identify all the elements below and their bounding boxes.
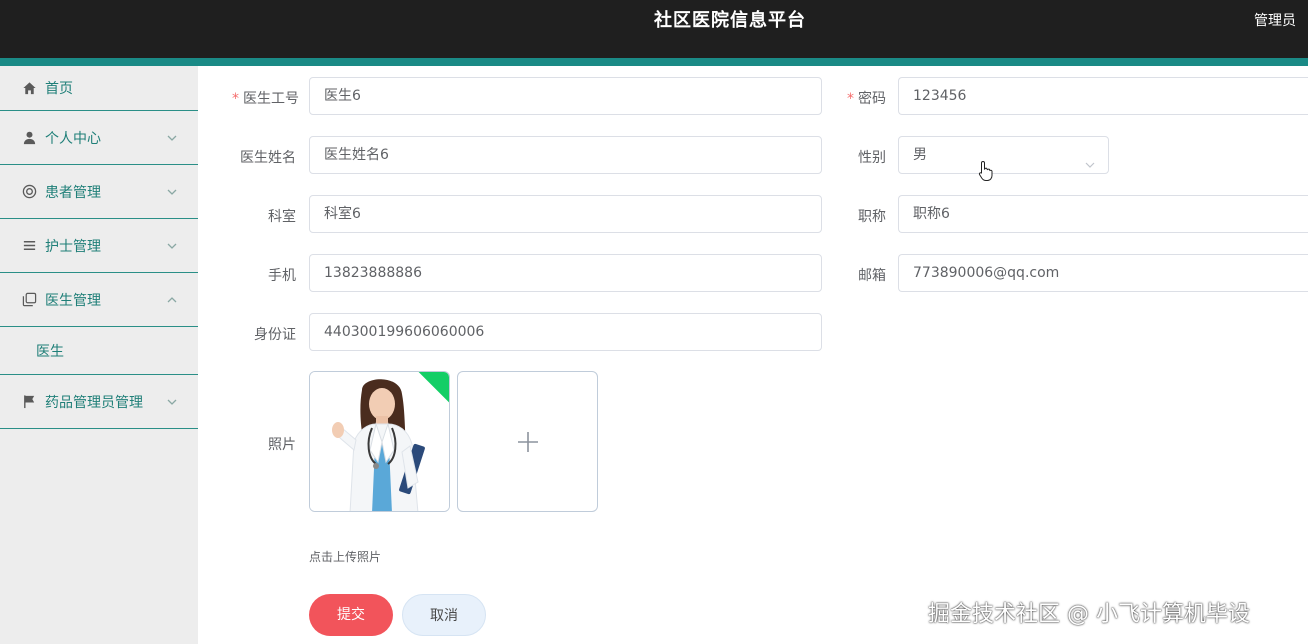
phone-input[interactable]: 13823888886 [309, 254, 822, 292]
password-label: * 密码 [847, 91, 886, 107]
doctor-name-label: 医生姓名 [240, 150, 296, 166]
email-label: 邮箱 [858, 268, 886, 284]
hand-cursor-icon [978, 160, 993, 181]
doctor-photo [310, 372, 449, 511]
upload-photo-button[interactable] [457, 371, 598, 512]
chevron-down-icon [166, 130, 178, 146]
app-title: 社区医院信息平台 [654, 10, 806, 31]
department-input[interactable]: 科室6 [309, 195, 822, 233]
sidebar-item-personal-center[interactable]: 个人中心 [0, 111, 198, 165]
header-accent-bar [0, 58, 1308, 66]
list-icon [21, 238, 37, 254]
doctor-id-input[interactable]: 医生6 [309, 77, 822, 115]
title-label: 职称 [858, 209, 886, 225]
photo-label: 照片 [268, 437, 296, 453]
sidebar-item-pharmacy-admins[interactable]: 药品管理员管理 [0, 375, 198, 429]
upload-tip: 点击上传照片 [309, 550, 382, 564]
copy-icon [21, 292, 37, 308]
chevron-down-icon [166, 238, 178, 254]
required-mark: * [232, 91, 239, 107]
password-input[interactable]: 123456 [898, 77, 1308, 115]
phone-label: 手机 [268, 268, 296, 284]
sidebar: 首页 个人中心 患者管理 护士管理 医生管理 医生 药品管理员管理 [0, 66, 198, 644]
sidebar-item-label: 个人中心 [45, 130, 101, 147]
chevron-up-icon [166, 292, 178, 308]
cancel-button[interactable]: 取消 [402, 594, 486, 636]
gender-label: 性别 [858, 150, 886, 166]
id-card-label: 身份证 [254, 327, 296, 343]
chevron-down-icon [1084, 149, 1096, 168]
required-mark: * [847, 91, 854, 107]
doctor-form: * 医生工号 医生6 * 密码 123456 医生姓名 医生姓名6 性别 男 科室 … [198, 66, 1308, 644]
sidebar-item-nurses[interactable]: 护士管理 [0, 219, 198, 273]
patient-icon [21, 184, 37, 200]
sidebar-item-home[interactable]: 首页 [0, 66, 198, 111]
flag-icon [21, 394, 37, 410]
sidebar-item-label: 首页 [45, 81, 73, 97]
chevron-down-icon [166, 394, 178, 410]
top-bar: 社区医院信息平台 管理员 [0, 0, 1308, 58]
gender-select-value: 男 [913, 147, 927, 163]
department-label: 科室 [268, 209, 296, 225]
sidebar-item-label: 护士管理 [45, 238, 101, 255]
id-card-input[interactable]: 440300199606060006 [309, 313, 822, 351]
uploaded-photo-card[interactable]: ✓ [309, 371, 450, 512]
sidebar-item-doctors[interactable]: 医生管理 [0, 273, 198, 327]
doctor-name-input[interactable]: 医生姓名6 [309, 136, 822, 174]
title-input[interactable]: 职称6 [898, 195, 1308, 233]
sidebar-item-label: 药品管理员管理 [45, 394, 143, 411]
sidebar-item-patients[interactable]: 患者管理 [0, 165, 198, 219]
submit-button[interactable]: 提交 [309, 594, 393, 636]
doctor-id-label: * 医生工号 [232, 91, 299, 107]
sidebar-item-label: 医生管理 [45, 292, 101, 309]
sidebar-subitem-doctor[interactable]: 医生 [0, 327, 198, 375]
chevron-down-icon [166, 184, 178, 200]
user-name[interactable]: 管理员 [1254, 0, 1308, 42]
email-input[interactable]: 773890006@qq.com [898, 254, 1308, 292]
sidebar-item-label: 患者管理 [45, 184, 101, 201]
watermark: 掘金技术社区 @ 小飞计算机毕设 [928, 602, 1250, 627]
user-icon [21, 130, 37, 146]
plus-icon [458, 372, 597, 511]
home-icon [21, 80, 37, 96]
gender-select[interactable]: 男 [898, 136, 1109, 174]
